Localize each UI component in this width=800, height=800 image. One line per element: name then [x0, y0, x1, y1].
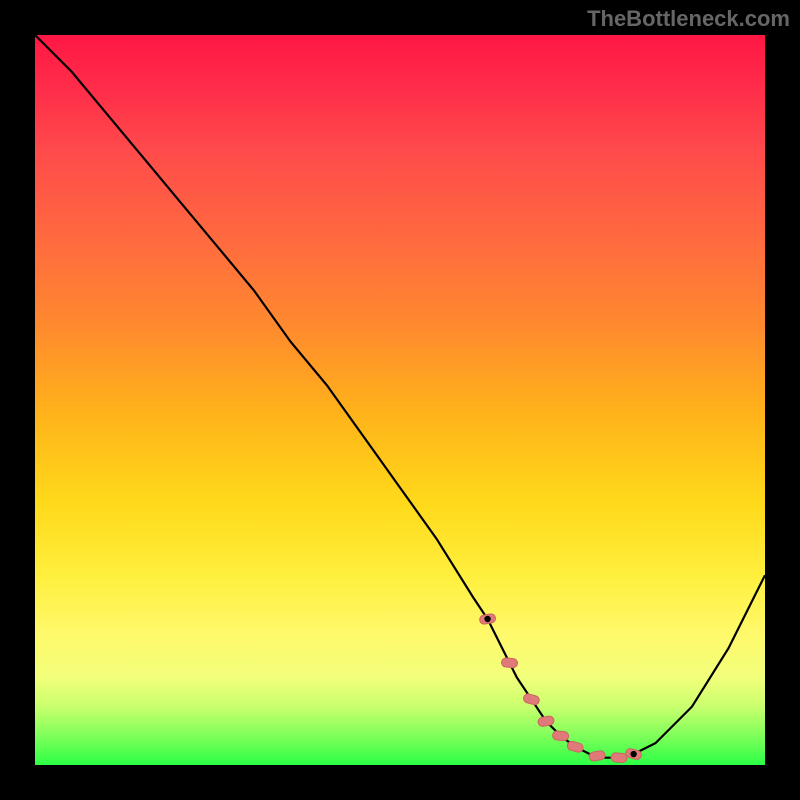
optimal-marker	[588, 750, 605, 762]
chart-svg	[35, 35, 765, 765]
curve-end-dot	[484, 616, 490, 622]
optimal-marker	[566, 740, 584, 753]
optimal-marker	[552, 731, 569, 741]
optimal-marker	[501, 658, 518, 668]
curve-end-dot	[630, 751, 636, 757]
optimal-marker	[611, 753, 628, 763]
chart-frame: TheBottleneck.com	[0, 0, 800, 800]
plot-area	[35, 35, 765, 765]
bottleneck-curve-line	[35, 35, 765, 758]
optimal-markers	[479, 613, 643, 763]
watermark-text: TheBottleneck.com	[587, 6, 790, 32]
optimal-marker	[537, 715, 554, 727]
optimal-marker	[523, 693, 541, 706]
